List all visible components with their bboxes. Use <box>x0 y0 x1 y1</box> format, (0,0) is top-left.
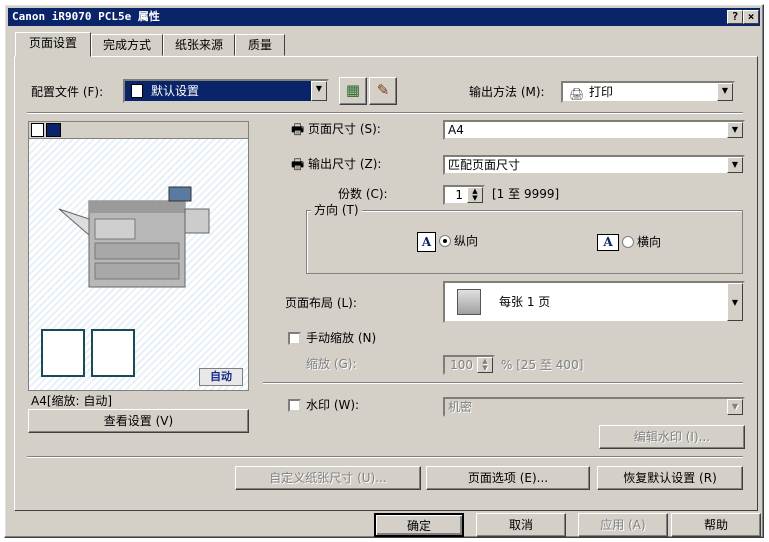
chevron-down-icon[interactable]: ▼ <box>717 83 733 101</box>
auto-badge: 自动 <box>199 368 243 386</box>
page-size-icon: 🖶 <box>291 122 305 138</box>
add-profile-button[interactable]: ▦ <box>339 77 367 105</box>
page-size-label: 页面尺寸 (S): <box>308 122 381 136</box>
layout-page-icon <box>457 289 481 315</box>
printer-view-icon[interactable] <box>46 123 61 137</box>
separator <box>27 456 743 458</box>
scaling-stepper[interactable]: ▲ ▼ <box>477 357 493 373</box>
close-icon[interactable]: × <box>743 10 759 24</box>
chevron-down-icon[interactable]: ▼ <box>311 81 327 101</box>
output-size-select[interactable]: 匹配页面尺寸 ▼ <box>443 155 745 175</box>
scaling-range: % [25 至 400] <box>501 358 584 372</box>
edit-watermark-button[interactable]: 编辑水印 (I)... <box>599 425 745 449</box>
profile-doc-icon <box>131 84 143 98</box>
manual-scaling-checkbox[interactable] <box>288 332 301 345</box>
cancel-button[interactable]: 取消 <box>476 513 566 537</box>
layout-select[interactable]: 每张 1 页 ▼ <box>443 281 745 323</box>
profile-value: 默认设置 <box>151 84 200 98</box>
single-page-icon <box>91 329 135 377</box>
landscape-icon: A <box>597 234 619 251</box>
watermark-value: 机密 <box>448 400 473 414</box>
separator <box>263 382 743 384</box>
copies-value: 1 <box>455 188 463 202</box>
tab-quality[interactable]: 质量 <box>235 34 285 56</box>
chevron-down-icon[interactable]: ▼ <box>727 283 743 321</box>
chevron-down-icon[interactable]: ▼ <box>727 157 743 173</box>
output-size-value: 匹配页面尺寸 <box>448 158 521 172</box>
view-settings-button[interactable]: 查看设置 (V) <box>28 409 249 433</box>
tab-paper-source[interactable]: 纸张来源 <box>163 34 235 56</box>
page-options-button[interactable]: 页面选项 (E)... <box>426 466 590 490</box>
chevron-down-icon[interactable]: ▼ <box>727 122 743 138</box>
copies-input[interactable]: 1 ▲ ▼ <box>443 185 485 205</box>
output-method-label: 输出方法 (M): <box>469 85 545 99</box>
copies-range: [1 至 9999] <box>492 187 560 201</box>
watermark-label[interactable]: 水印 (W): <box>306 397 359 413</box>
output-method-value: 打印 <box>589 85 614 99</box>
window-title: Canon iR9070 PCL5e 属性 <box>12 10 160 23</box>
profile-select[interactable]: 默认设置 ▼ <box>123 79 329 103</box>
custom-paper-size-button[interactable]: 自定义纸张尺寸 (U)... <box>235 466 421 490</box>
page-size-value: A4 <box>448 123 464 137</box>
title-bar: Canon iR9070 PCL5e 属性 ? × <box>8 8 760 26</box>
copies-label: 份数 (C): <box>338 187 388 201</box>
scaling-label: 缩放 (G): <box>306 357 357 371</box>
portrait-radio[interactable] <box>439 235 451 247</box>
separator <box>27 112 743 114</box>
portrait-label[interactable]: 纵向 <box>454 233 478 249</box>
properties-dialog: Canon iR9070 PCL5e 属性 ? × 页面设置 完成方式 纸张来源… <box>4 4 764 538</box>
pages-stack-icon <box>41 329 85 377</box>
landscape-radio[interactable] <box>622 236 634 248</box>
layout-value: 每张 1 页 <box>499 295 551 309</box>
portrait-icon: A <box>417 232 436 252</box>
apply-button[interactable]: 应用 (A) <box>578 513 668 537</box>
printer-icon: 🖨 <box>569 87 585 101</box>
scaling-value: 100 <box>450 358 473 372</box>
watermark-checkbox[interactable] <box>288 399 301 412</box>
orientation-group <box>306 210 743 274</box>
watermark-select[interactable]: 机密 ▼ <box>443 397 745 417</box>
output-size-icon: 🖶 <box>291 157 305 173</box>
chevron-down-icon[interactable]: ▼ <box>727 399 743 415</box>
preview-caption: A4[缩放: 自动] <box>31 394 113 408</box>
page-size-select[interactable]: A4 ▼ <box>443 120 745 140</box>
help-button[interactable]: 帮助 <box>671 513 761 537</box>
manual-scaling-label[interactable]: 手动缩放 (N) <box>306 330 376 346</box>
ok-button[interactable]: 确定 <box>374 513 464 537</box>
tab-finishing[interactable]: 完成方式 <box>91 34 163 56</box>
output-size-label: 输出尺寸 (Z): <box>308 157 382 171</box>
help-icon[interactable]: ? <box>727 10 743 24</box>
profile-label: 配置文件 (F): <box>31 85 104 99</box>
restore-defaults-button[interactable]: 恢复默认设置 (R) <box>597 466 743 490</box>
landscape-label[interactable]: 横向 <box>637 234 661 250</box>
edit-profile-button[interactable]: ✎ <box>369 77 397 105</box>
output-method-select[interactable]: 🖨 打印 ▼ <box>561 81 735 103</box>
printer-preview: 自动 <box>28 138 249 391</box>
scaling-input[interactable]: 100 ▲ ▼ <box>443 355 495 375</box>
layout-label: 页面布局 (L): <box>285 296 357 310</box>
orientation-legend: 方向 (T) <box>311 202 362 218</box>
tab-page-setup[interactable]: 页面设置 <box>15 32 91 57</box>
copies-stepper[interactable]: ▲ ▼ <box>467 187 483 203</box>
page-view-icon[interactable] <box>31 123 44 137</box>
preview-toolbar <box>28 121 249 139</box>
